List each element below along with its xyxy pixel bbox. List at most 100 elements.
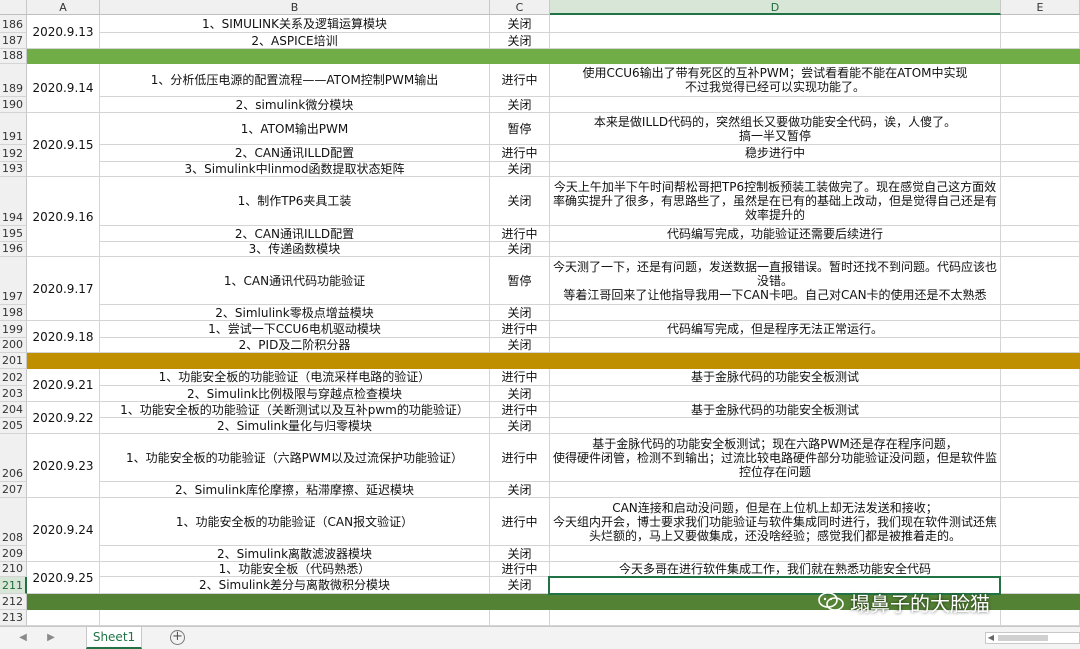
status-cell[interactable]: 暂停 <box>490 113 550 145</box>
row-header-206[interactable]: 206 <box>0 434 27 482</box>
status-cell[interactable]: 进行中 <box>490 562 550 577</box>
status-cell[interactable]: 进行中 <box>490 402 550 418</box>
task-cell[interactable]: 1、制作TP6夹具工装 <box>100 177 490 226</box>
empty-cell[interactable] <box>1001 386 1080 402</box>
note-cell[interactable]: 今天上午加半下午时间帮松哥把TP6控制板预装工装做完了。现在感觉自己这方面效率确… <box>550 177 1001 226</box>
spreadsheet-grid[interactable]: ABCDE 186 187 188 189 190 191 192 193 194 195 196 1… <box>0 0 1080 626</box>
column-header-b[interactable]: B <box>100 0 490 15</box>
task-cell[interactable]: 1、功能安全板的功能验证（CAN报文验证） <box>100 498 490 546</box>
empty-cell[interactable] <box>1001 418 1080 434</box>
note-cell[interactable]: 基于金脉代码的功能安全板测试；现在六路PWM还是存在程序问题， 使得硬件闭管，检… <box>550 434 1001 482</box>
row-header-204[interactable]: 204 <box>0 402 27 418</box>
empty-cell[interactable] <box>1001 242 1080 257</box>
empty-cell[interactable] <box>550 546 1001 562</box>
task-cell[interactable]: 2、Simulink差分与离散微积分模块 <box>100 577 490 594</box>
row-header-213[interactable]: 213 <box>0 610 27 626</box>
status-cell[interactable]: 关闭 <box>490 33 550 49</box>
note-cell[interactable]: 本来是做ILLD代码的，突然组长又要做功能安全代码，诶，人傻了。 搞一半又暂停 <box>550 113 1001 145</box>
task-cell[interactable]: 3、Simulink中linmod函数提取状态矩阵 <box>100 162 490 177</box>
status-cell[interactable]: 关闭 <box>490 177 550 226</box>
task-cell[interactable]: 1、功能安全板（代码熟悉） <box>100 562 490 577</box>
empty-cell[interactable] <box>1001 546 1080 562</box>
empty-cell[interactable] <box>1001 177 1080 226</box>
row-header-187[interactable]: 187 <box>0 33 27 49</box>
column-header-d[interactable]: D <box>550 0 1001 15</box>
task-cell[interactable]: 1、功能安全板的功能验证（电流采样电路的验证） <box>100 369 490 386</box>
empty-cell[interactable] <box>1001 610 1080 626</box>
row-header-199[interactable]: 199 <box>0 321 27 338</box>
date-cell[interactable]: 2020.9.24 <box>27 498 100 562</box>
note-cell[interactable]: 使用CCU6输出了带有死区的互补PWM；尝试看看能不能在ATOM中实现 不过我觉… <box>550 64 1001 97</box>
status-cell[interactable]: 进行中 <box>490 369 550 386</box>
note-cell[interactable]: 基于金脉代码的功能安全板测试 <box>550 369 1001 386</box>
status-cell[interactable]: 关闭 <box>490 482 550 498</box>
row-header-191[interactable]: 191 <box>0 113 27 145</box>
empty-cell[interactable] <box>490 610 550 626</box>
empty-cell[interactable] <box>1001 321 1080 338</box>
empty-cell[interactable] <box>550 305 1001 321</box>
status-cell[interactable]: 进行中 <box>490 434 550 482</box>
empty-cell[interactable] <box>550 386 1001 402</box>
empty-cell[interactable] <box>100 610 490 626</box>
empty-cell[interactable] <box>1001 305 1080 321</box>
empty-cell[interactable] <box>1001 434 1080 482</box>
row-header-211[interactable]: 211 <box>0 577 27 594</box>
date-cell[interactable]: 2020.9.14 <box>27 64 100 113</box>
task-cell[interactable]: 3、传递函数模块 <box>100 242 490 257</box>
status-cell[interactable]: 关闭 <box>490 242 550 257</box>
separator-row-band[interactable] <box>27 49 1080 64</box>
status-cell[interactable]: 进行中 <box>490 226 550 242</box>
task-cell[interactable]: 1、功能安全板的功能验证（六路PWM以及过流保护功能验证） <box>100 434 490 482</box>
empty-cell[interactable] <box>1001 338 1080 353</box>
row-header-186[interactable]: 186 <box>0 15 27 33</box>
status-cell[interactable]: 暂停 <box>490 257 550 305</box>
task-cell[interactable]: 2、CAN通讯ILLD配置 <box>100 226 490 242</box>
task-cell[interactable]: 1、功能安全板的功能验证（关断测试以及互补pwm的功能验证） <box>100 402 490 418</box>
row-header-200[interactable]: 200 <box>0 338 27 353</box>
empty-cell[interactable] <box>550 418 1001 434</box>
date-cell[interactable]: 2020.9.21 <box>27 369 100 402</box>
task-cell[interactable]: 2、Simulink量化与归零模块 <box>100 418 490 434</box>
empty-cell[interactable] <box>1001 113 1080 145</box>
note-cell[interactable]: CAN连接和启动没问题，但是在上位机上却无法发送和接收； 今天组内开会，博士要求… <box>550 498 1001 546</box>
row-header-194[interactable]: 194 <box>0 177 27 226</box>
note-cell[interactable]: 今天测了一下，还是有问题，发送数据一直报错误。暂时还找不到问题。代码应该也没错。… <box>550 257 1001 305</box>
note-cell[interactable]: 代码编写完成，但是程序无法正常运行。 <box>550 321 1001 338</box>
scroll-thumb[interactable] <box>998 635 1048 641</box>
column-header-c[interactable]: C <box>490 0 550 15</box>
date-cell[interactable]: 2020.9.13 <box>27 15 100 49</box>
sheet-tab-sheet1[interactable]: Sheet1 <box>86 627 142 649</box>
task-cell[interactable]: 1、分析低压电源的配置流程——ATOM控制PWM输出 <box>100 64 490 97</box>
row-header-188[interactable]: 188 <box>0 49 27 64</box>
row-header-198[interactable]: 198 <box>0 305 27 321</box>
row-header-190[interactable]: 190 <box>0 97 27 113</box>
status-cell[interactable]: 关闭 <box>490 418 550 434</box>
select-all-corner[interactable] <box>0 0 27 15</box>
date-cell[interactable]: 2020.9.15 <box>27 113 100 177</box>
status-cell[interactable]: 关闭 <box>490 162 550 177</box>
row-header-212[interactable]: 212 <box>0 594 27 610</box>
status-cell[interactable]: 关闭 <box>490 97 550 113</box>
empty-cell[interactable] <box>1001 162 1080 177</box>
task-cell[interactable]: 2、CAN通讯ILLD配置 <box>100 145 490 162</box>
status-cell[interactable]: 关闭 <box>490 338 550 353</box>
status-cell[interactable]: 关闭 <box>490 386 550 402</box>
empty-cell[interactable] <box>1001 257 1080 305</box>
scroll-left-icon[interactable]: ◀ <box>986 633 996 643</box>
empty-cell[interactable] <box>1001 64 1080 97</box>
empty-cell[interactable] <box>550 15 1001 33</box>
empty-cell[interactable] <box>1001 482 1080 498</box>
task-cell[interactable]: 2、Simlulink零极点增益模块 <box>100 305 490 321</box>
empty-cell[interactable] <box>1001 562 1080 577</box>
empty-cell[interactable] <box>1001 97 1080 113</box>
empty-cell[interactable] <box>1001 498 1080 546</box>
row-header-207[interactable]: 207 <box>0 482 27 498</box>
status-cell[interactable]: 关闭 <box>490 577 550 594</box>
row-header-196[interactable]: 196 <box>0 242 27 257</box>
date-cell[interactable]: 2020.9.17 <box>27 257 100 321</box>
empty-cell[interactable] <box>550 33 1001 49</box>
date-cell[interactable]: 2020.9.22 <box>27 402 100 434</box>
row-header-208[interactable]: 208 <box>0 498 27 546</box>
task-cell[interactable]: 2、PID及二阶积分器 <box>100 338 490 353</box>
status-cell[interactable]: 进行中 <box>490 321 550 338</box>
